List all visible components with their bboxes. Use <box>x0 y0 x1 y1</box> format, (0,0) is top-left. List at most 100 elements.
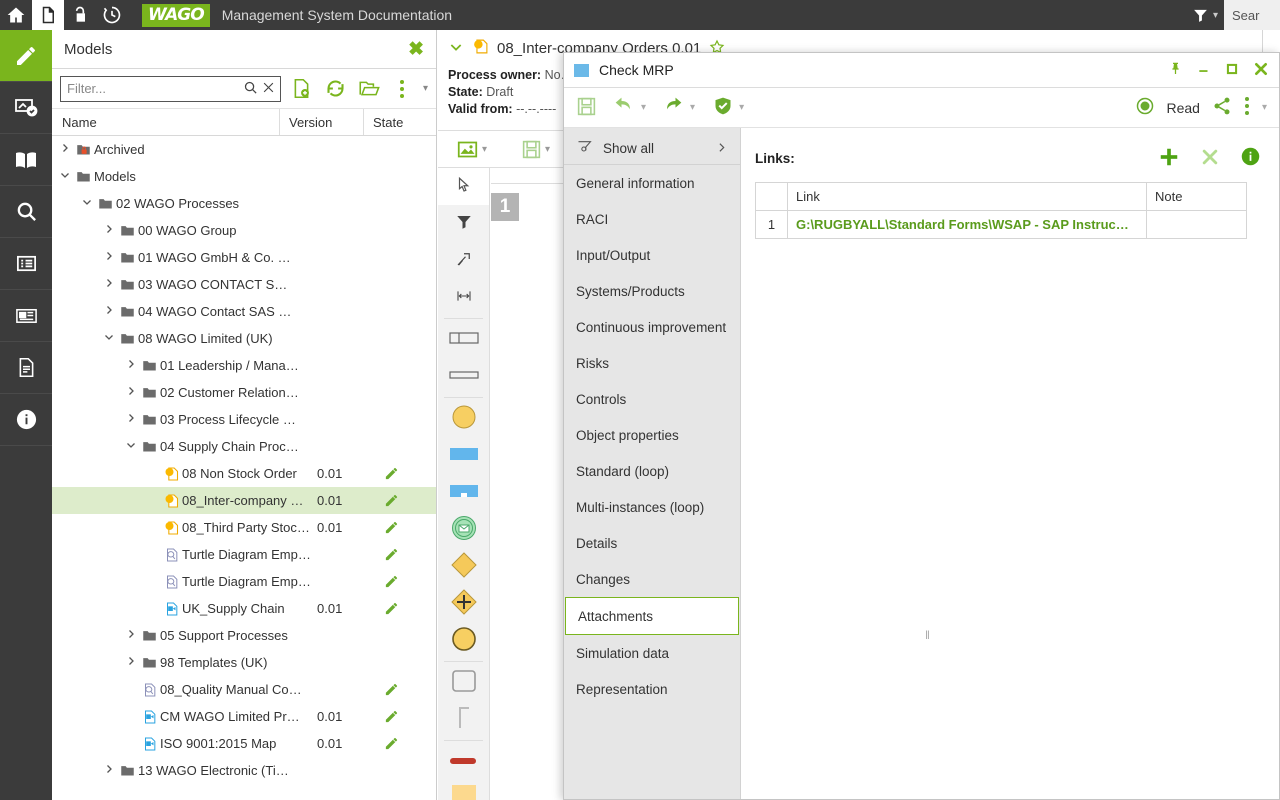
rail-item-search[interactable] <box>0 186 52 238</box>
tree-row[interactable]: 08_Third Party Stoc… 0.01 <box>52 514 436 541</box>
chevron-down-icon[interactable]: ▾ <box>423 83 428 94</box>
chevron-down-icon[interactable]: ▾ <box>690 102 695 113</box>
dialog-menu-item[interactable]: Controls <box>564 381 740 417</box>
chevron-down-icon[interactable]: ▾ <box>641 102 646 113</box>
tree-expand-arrow[interactable] <box>124 358 138 373</box>
palette-start-event-shape[interactable] <box>438 400 489 437</box>
links-row-note[interactable] <box>1146 210 1247 239</box>
more-menu-icon[interactable] <box>389 76 414 102</box>
tree-row[interactable]: Turtle Diagram Emp… <box>52 568 436 595</box>
tree-expand-arrow[interactable] <box>102 223 116 238</box>
dialog-menu-item[interactable]: Standard (loop) <box>564 453 740 489</box>
palette-task-shape[interactable] <box>438 437 489 474</box>
tree-row[interactable]: ISO 9001:2015 Map 0.01 <box>52 730 436 757</box>
close-icon[interactable]: ✖ <box>408 40 424 59</box>
menu-show-all[interactable]: Show all <box>564 133 740 165</box>
dialog-menu-item[interactable]: Attachments <box>565 597 739 635</box>
dialog-menu-item[interactable]: Representation <box>564 671 740 707</box>
open-folder-icon[interactable] <box>356 76 381 102</box>
new-document-icon[interactable] <box>289 76 314 102</box>
tree-row[interactable]: UK_Supply Chain 0.01 <box>52 595 436 622</box>
tree-row[interactable]: 04 Supply Chain Proc… <box>52 433 436 460</box>
tree-row[interactable]: 00 WAGO Group <box>52 217 436 244</box>
tree-row[interactable]: 01 Leadership / Mana… <box>52 352 436 379</box>
tree-row[interactable]: 02 Customer Relation… <box>52 379 436 406</box>
rail-item-news[interactable] <box>0 290 52 342</box>
chevron-down-icon[interactable]: ▾ <box>545 144 550 155</box>
dialog-menu-item[interactable]: RACI <box>564 201 740 237</box>
tree-row[interactable]: Models <box>52 163 436 190</box>
refresh-icon[interactable] <box>322 76 347 102</box>
history-icon[interactable] <box>96 0 128 30</box>
filter-input[interactable] <box>67 81 243 96</box>
palette-connector-tool[interactable] <box>438 242 489 279</box>
palette-message-event-shape[interactable] <box>438 511 489 548</box>
eye-icon[interactable] <box>1135 96 1155 119</box>
edit-pencil-icon[interactable] <box>377 682 405 697</box>
links-table-row[interactable]: 1 G:\RUGBYALL\Standard Forms\WSAP - SAP I… <box>755 210 1247 239</box>
rail-item-model-check[interactable] <box>0 82 52 134</box>
dialog-menu-item[interactable]: Simulation data <box>564 635 740 671</box>
palette-note-shape[interactable] <box>438 780 489 800</box>
edit-pencil-icon[interactable] <box>377 574 405 589</box>
tree-expand-arrow[interactable] <box>124 412 138 427</box>
chevron-down-icon[interactable]: ▾ <box>482 144 487 155</box>
edit-pencil-icon[interactable] <box>377 547 405 562</box>
home-icon[interactable] <box>0 0 32 30</box>
tree-row[interactable]: 08 Non Stock Order 0.01 <box>52 460 436 487</box>
filter-field[interactable] <box>60 75 281 102</box>
edit-pencil-icon[interactable] <box>377 709 405 724</box>
tree-row[interactable]: 08_Quality Manual Co… <box>52 676 436 703</box>
chevron-down-icon[interactable] <box>448 39 464 59</box>
tree-row[interactable]: 05 Support Processes <box>52 622 436 649</box>
read-mode-label[interactable]: Read <box>1167 100 1200 116</box>
tree-row[interactable]: Archived <box>52 136 436 163</box>
info-icon[interactable] <box>1240 146 1261 170</box>
filter-button[interactable]: ▾ <box>1186 7 1224 24</box>
tree-expand-arrow[interactable] <box>102 277 116 292</box>
tree-row[interactable]: 08 WAGO Limited (UK) <box>52 325 436 352</box>
dialog-menu-item[interactable]: Details <box>564 525 740 561</box>
edit-pencil-icon[interactable] <box>377 493 405 508</box>
dialog-menu-item[interactable]: Multi-instances (loop) <box>564 489 740 525</box>
palette-lane-shape[interactable] <box>438 321 489 358</box>
save-button[interactable]: ▾ <box>515 139 556 160</box>
palette-subprocess-shape[interactable] <box>438 474 489 511</box>
tree-row[interactable]: Turtle Diagram Emp… <box>52 541 436 568</box>
palette-bar-shape[interactable] <box>438 358 489 395</box>
undo-icon[interactable] <box>613 96 635 119</box>
more-menu-icon[interactable] <box>1244 96 1250 119</box>
dialog-menu-item[interactable]: Changes <box>564 561 740 597</box>
dialog-menu-item[interactable]: Object properties <box>564 417 740 453</box>
palette-end-event-shape[interactable] <box>438 622 489 659</box>
approve-icon[interactable] <box>713 95 733 120</box>
dialog-header[interactable]: Check MRP <box>564 53 1279 88</box>
tree-expand-arrow[interactable] <box>80 196 94 211</box>
tree-row[interactable]: 08_Inter-company … 0.01 <box>52 487 436 514</box>
palette-pointer-tool[interactable] <box>438 168 489 205</box>
redo-icon[interactable] <box>662 96 684 119</box>
dialog-menu-item[interactable]: Risks <box>564 345 740 381</box>
column-header-state[interactable]: State <box>364 109 436 135</box>
edit-pencil-icon[interactable] <box>377 520 405 535</box>
share-icon[interactable] <box>1212 96 1232 119</box>
palette-distribute-tool[interactable] <box>438 279 489 316</box>
tree-expand-arrow[interactable] <box>124 439 138 454</box>
palette-parallel-gateway-shape[interactable] <box>438 585 489 622</box>
tree-expand-arrow[interactable] <box>58 142 72 157</box>
edit-pencil-icon[interactable] <box>377 736 405 751</box>
pin-icon[interactable] <box>1168 61 1183 80</box>
search-icon[interactable] <box>243 80 258 98</box>
tree-row[interactable]: 01 WAGO GmbH & Co. … <box>52 244 436 271</box>
tree-expand-arrow[interactable] <box>102 250 116 265</box>
tree-row[interactable]: 13 WAGO Electronic (Ti… <box>52 757 436 784</box>
rail-item-info[interactable] <box>0 394 52 446</box>
edit-pencil-icon[interactable] <box>377 466 405 481</box>
close-icon[interactable] <box>1253 61 1269 80</box>
minimize-icon[interactable] <box>1197 62 1211 79</box>
search-input[interactable]: Sear <box>1224 0 1280 30</box>
unlock-icon[interactable] <box>64 0 96 30</box>
tree-expand-arrow[interactable] <box>102 331 116 346</box>
tree-row[interactable]: 04 WAGO Contact SAS … <box>52 298 436 325</box>
remove-icon[interactable] <box>1200 147 1220 170</box>
